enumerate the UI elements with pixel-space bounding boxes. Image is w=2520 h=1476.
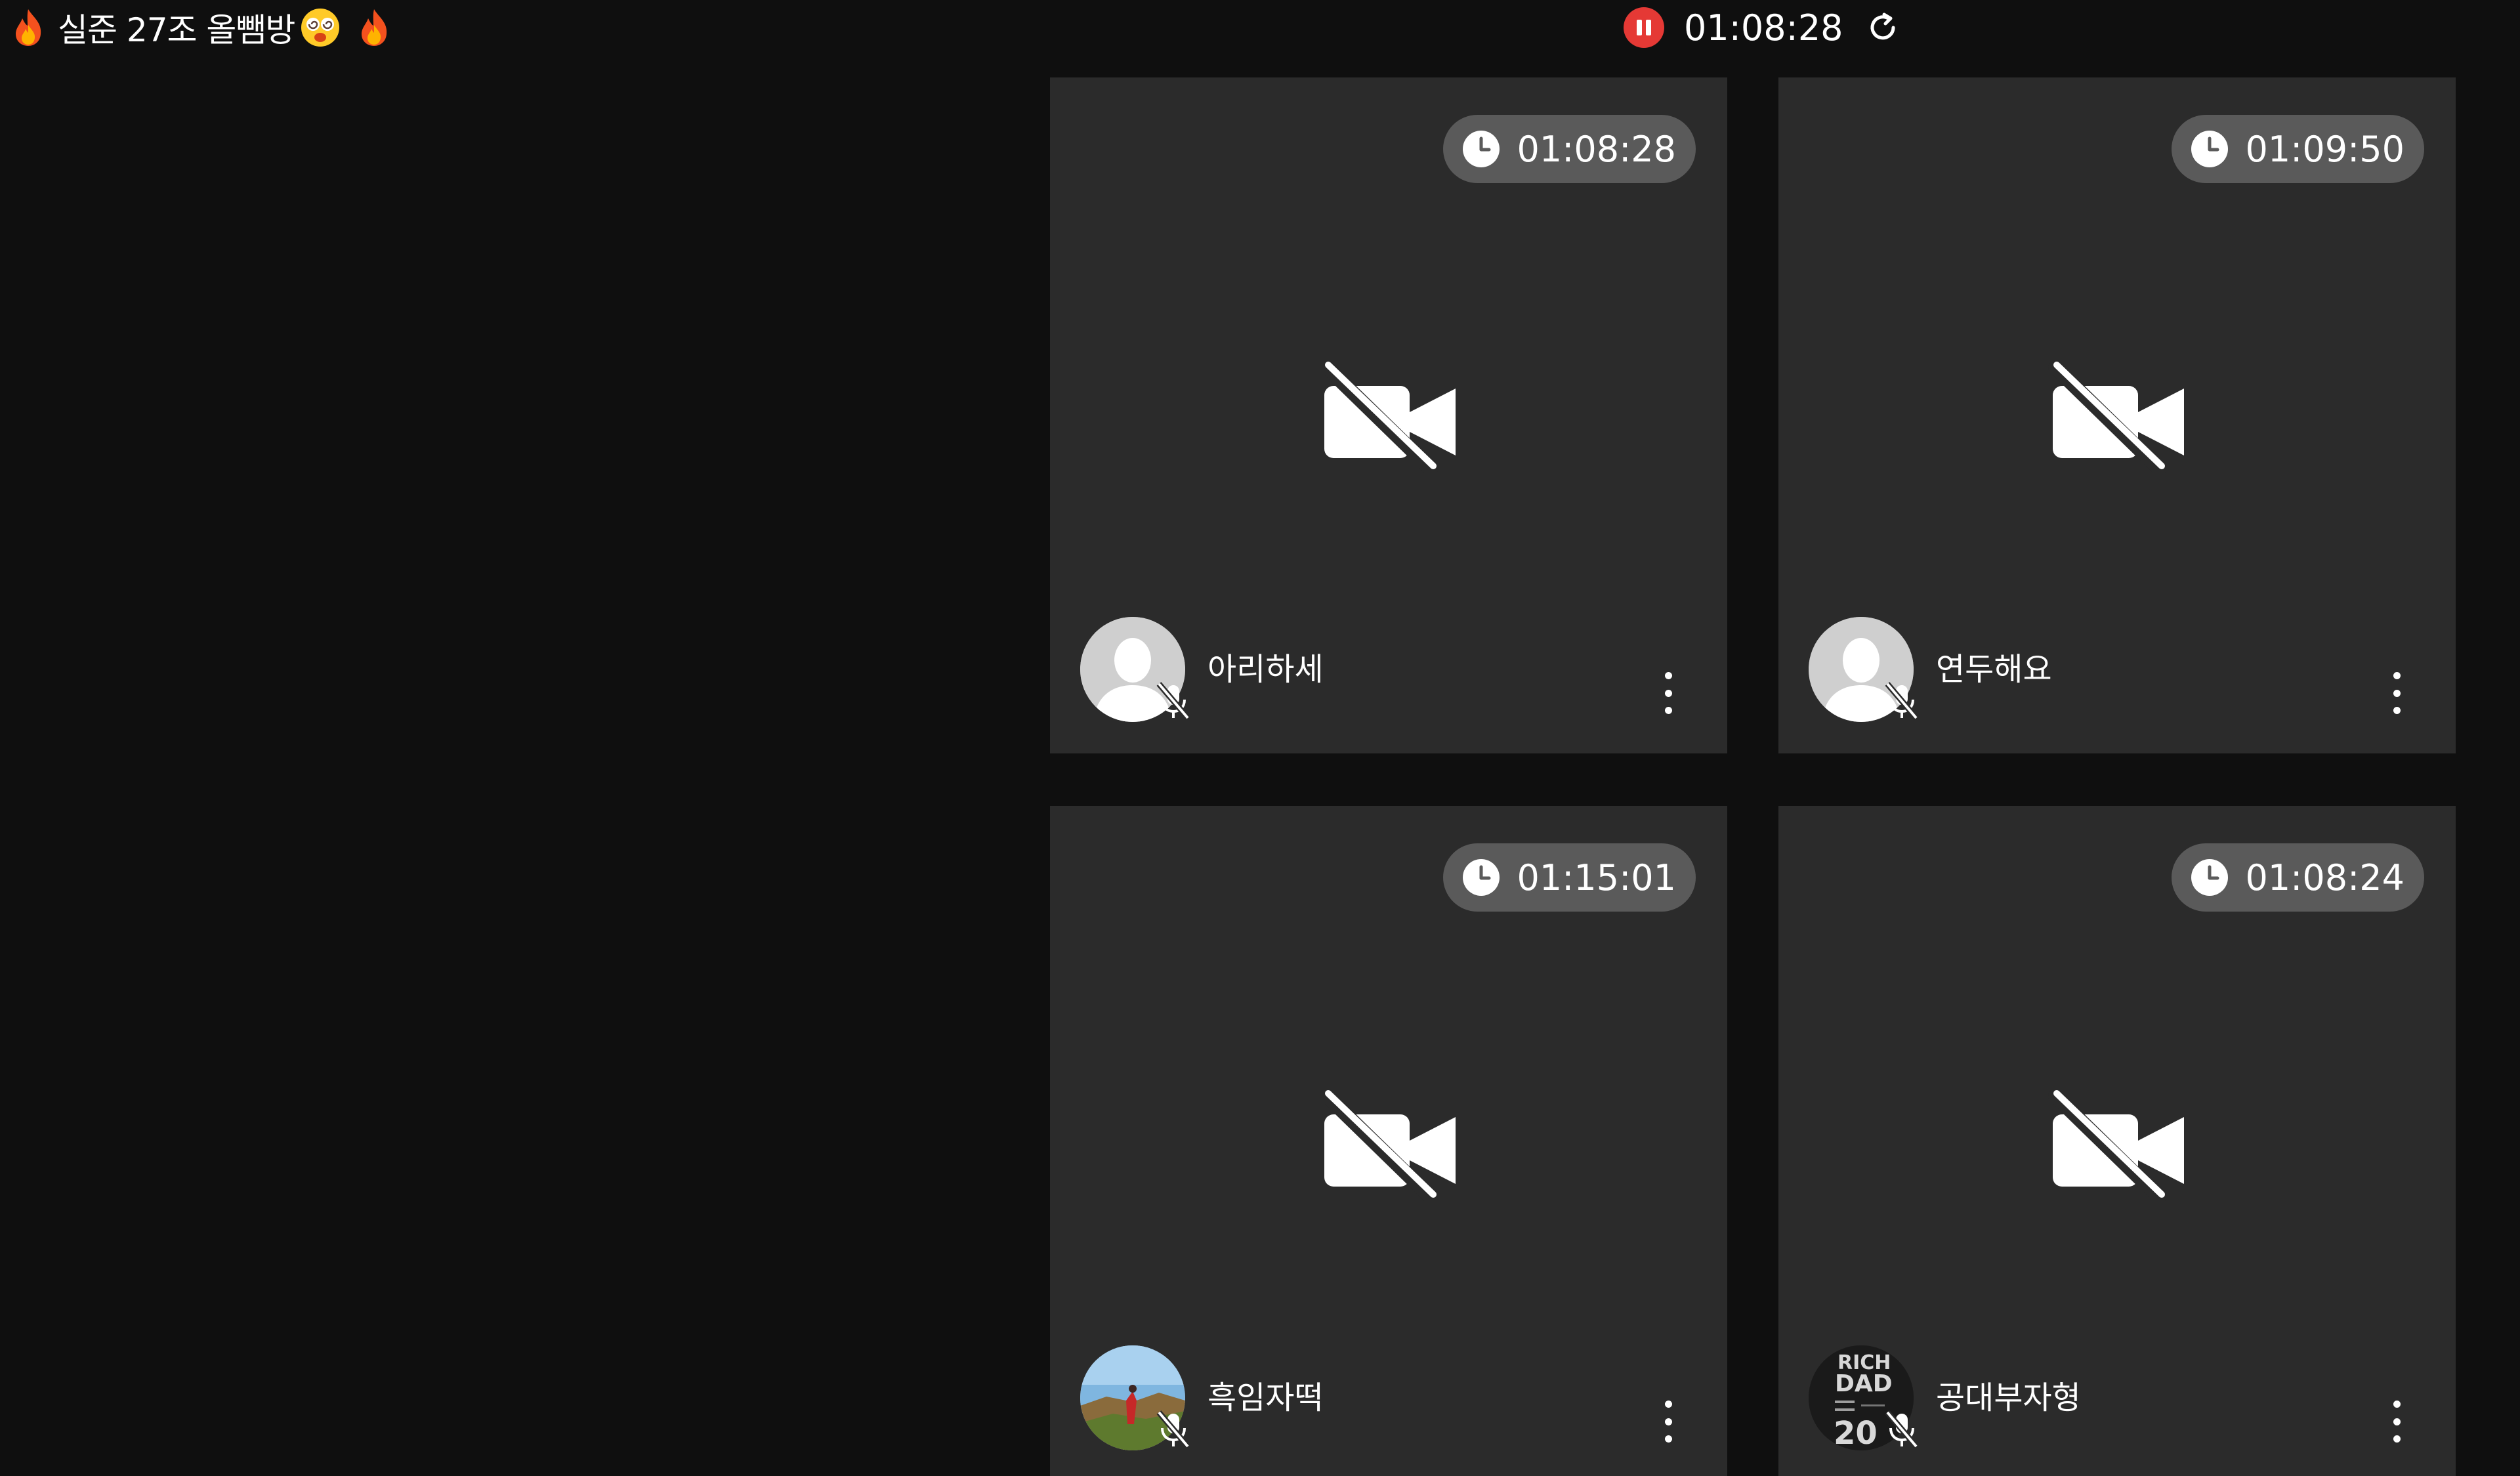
- participant-tile[interactable]: 01:09:50 연두해요: [1778, 77, 2456, 753]
- refresh-icon[interactable]: [1863, 8, 1902, 47]
- pause-button[interactable]: [1624, 7, 1664, 48]
- more-vertical-icon: [1664, 672, 1672, 679]
- session-timer: 01:08:28: [1624, 3, 1902, 53]
- dizzy-face-emoji-icon: [301, 9, 340, 47]
- clock-icon: [2190, 129, 2229, 169]
- more-vertical-icon: [2393, 672, 2401, 679]
- participant-tile[interactable]: 01:15:01 흑임자떡: [1050, 806, 1727, 1476]
- clock-icon: [1461, 858, 1501, 897]
- mic-off-icon: [1883, 1410, 1920, 1449]
- fire-emoji-icon: [359, 8, 389, 47]
- more-options-button[interactable]: [1655, 1395, 1681, 1448]
- pause-icon: [1637, 20, 1642, 35]
- study-timer-text: 01:09:50: [2245, 128, 2404, 170]
- participant-name: 흑임자떡: [1208, 1380, 1324, 1416]
- more-vertical-icon: [1664, 1401, 1672, 1408]
- clock-icon: [1461, 129, 1501, 169]
- participant-name: 연두해요: [1936, 651, 2052, 688]
- more-options-button[interactable]: [2384, 667, 2410, 719]
- mic-off-icon: [1155, 1410, 1192, 1449]
- camera-off-icon: [2046, 361, 2191, 473]
- study-timer-text: 01:15:01: [1517, 856, 1676, 898]
- study-timer-badge: 01:08:28: [1443, 115, 1696, 183]
- svg-text:20: 20: [1834, 1415, 1878, 1450]
- study-timer-badge: 01:09:50: [2172, 115, 2424, 183]
- camera-off-icon: [2046, 1089, 2191, 1201]
- study-timer-badge: 01:08:24: [2172, 843, 2424, 912]
- camera-off-icon: [1318, 1089, 1462, 1201]
- participant-name: 아리하세: [1208, 651, 1324, 688]
- fire-emoji-icon: [13, 8, 43, 47]
- study-timer-text: 01:08:28: [1517, 128, 1676, 170]
- mic-off-icon: [1155, 681, 1192, 721]
- participant-tile[interactable]: 01:08:28 아리하세: [1050, 77, 1727, 753]
- svg-text:DAD: DAD: [1835, 1370, 1893, 1397]
- top-bar: 실준 27조 올뺌방 01:08:28: [0, 0, 2520, 55]
- more-vertical-icon: [2393, 1401, 2401, 1408]
- session-elapsed-time: 01:08:28: [1684, 7, 1843, 49]
- mic-off-icon: [1883, 681, 1920, 721]
- participant-tile[interactable]: 01:08:24 RICH DAD 20 공대부자형: [1778, 806, 2456, 1476]
- camera-off-icon: [1318, 361, 1462, 473]
- room-title: 실준 27조 올뺌방: [13, 3, 389, 53]
- study-timer-badge: 01:15:01: [1443, 843, 1696, 912]
- more-options-button[interactable]: [1655, 667, 1681, 719]
- clock-icon: [2190, 858, 2229, 897]
- study-timer-text: 01:08:24: [2245, 856, 2404, 898]
- participant-name: 공대부자형: [1936, 1380, 2081, 1416]
- more-options-button[interactable]: [2384, 1395, 2410, 1448]
- room-title-text: 실준 27조 올뺌방: [58, 11, 295, 49]
